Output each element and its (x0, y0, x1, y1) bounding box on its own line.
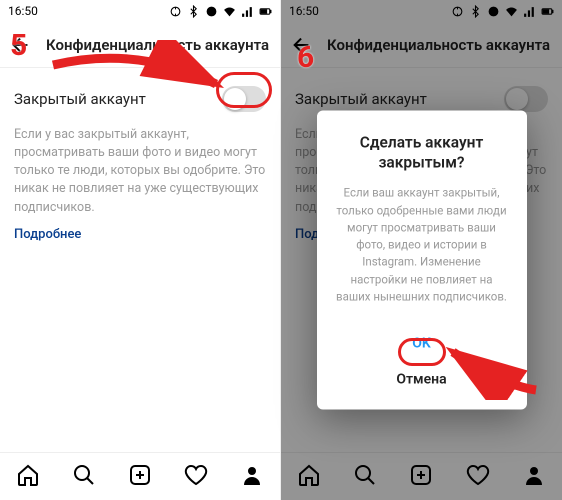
battery-icon (259, 5, 272, 18)
home-icon (16, 463, 40, 487)
bottom-nav (281, 452, 562, 500)
signal-icon (523, 5, 536, 18)
profile-icon (240, 463, 264, 487)
nav-search[interactable] (353, 463, 377, 491)
home-icon (297, 463, 321, 487)
add-icon (409, 463, 433, 487)
annotation-arrow-6 (441, 310, 551, 400)
bottom-nav (0, 452, 280, 500)
status-time: 16:50 (8, 4, 38, 18)
orientation-icon (169, 5, 182, 18)
learn-more-link[interactable]: Подробнее (14, 227, 81, 242)
toggle-knob (506, 88, 528, 110)
bluetooth-icon (469, 5, 482, 18)
wifi-icon (505, 5, 518, 18)
wifi-icon (223, 5, 236, 18)
vpn-icon (205, 5, 218, 18)
orientation-icon (451, 5, 464, 18)
signal-icon (241, 5, 254, 18)
vpn-icon (487, 5, 500, 18)
phone-screen-1: 16:50 Конфиденциальность аккаунта Закрыт… (0, 0, 281, 500)
annotation-highlight-ok (398, 338, 446, 366)
search-icon (353, 463, 377, 487)
nav-activity[interactable] (184, 463, 208, 491)
annotation-step-5: 5 (10, 28, 27, 63)
status-bar: 16:50 (0, 0, 280, 22)
heart-icon (184, 463, 208, 487)
nav-add[interactable] (409, 463, 433, 491)
phone-screen-2: 16:50 Конфиденциальность аккаунта Закрыт… (281, 0, 562, 500)
status-icons (169, 5, 272, 18)
nav-add[interactable] (128, 463, 152, 491)
bluetooth-icon (187, 5, 200, 18)
content-area: Закрытый аккаунт Если у вас закрытый акк… (0, 68, 280, 452)
nav-home[interactable] (16, 463, 40, 491)
page-title: Конфиденциальность аккаунта (327, 36, 550, 54)
search-icon (72, 463, 96, 487)
nav-profile[interactable] (522, 463, 546, 491)
page-header: Конфиденциальность аккаунта (281, 22, 562, 68)
privacy-description: Если у вас закрытый аккаунт, просматрива… (14, 126, 266, 217)
status-bar: 16:50 (281, 0, 562, 22)
annotation-arrow-5 (48, 40, 228, 110)
nav-home[interactable] (297, 463, 321, 491)
battery-icon (541, 5, 554, 18)
status-time: 16:50 (289, 4, 319, 18)
nav-activity[interactable] (466, 463, 490, 491)
private-account-toggle[interactable] (504, 86, 548, 112)
private-account-label: Закрытый аккаунт (295, 90, 427, 108)
heart-icon (466, 463, 490, 487)
dialog-title: Сделать аккаунт закрытым? (333, 132, 511, 172)
dialog-body: Если ваш аккаунт закрытый, только одобре… (333, 185, 511, 306)
nav-search[interactable] (72, 463, 96, 491)
annotation-step-6: 6 (297, 40, 314, 75)
status-icons (451, 5, 554, 18)
nav-profile[interactable] (240, 463, 264, 491)
add-icon (128, 463, 152, 487)
profile-icon (522, 463, 546, 487)
